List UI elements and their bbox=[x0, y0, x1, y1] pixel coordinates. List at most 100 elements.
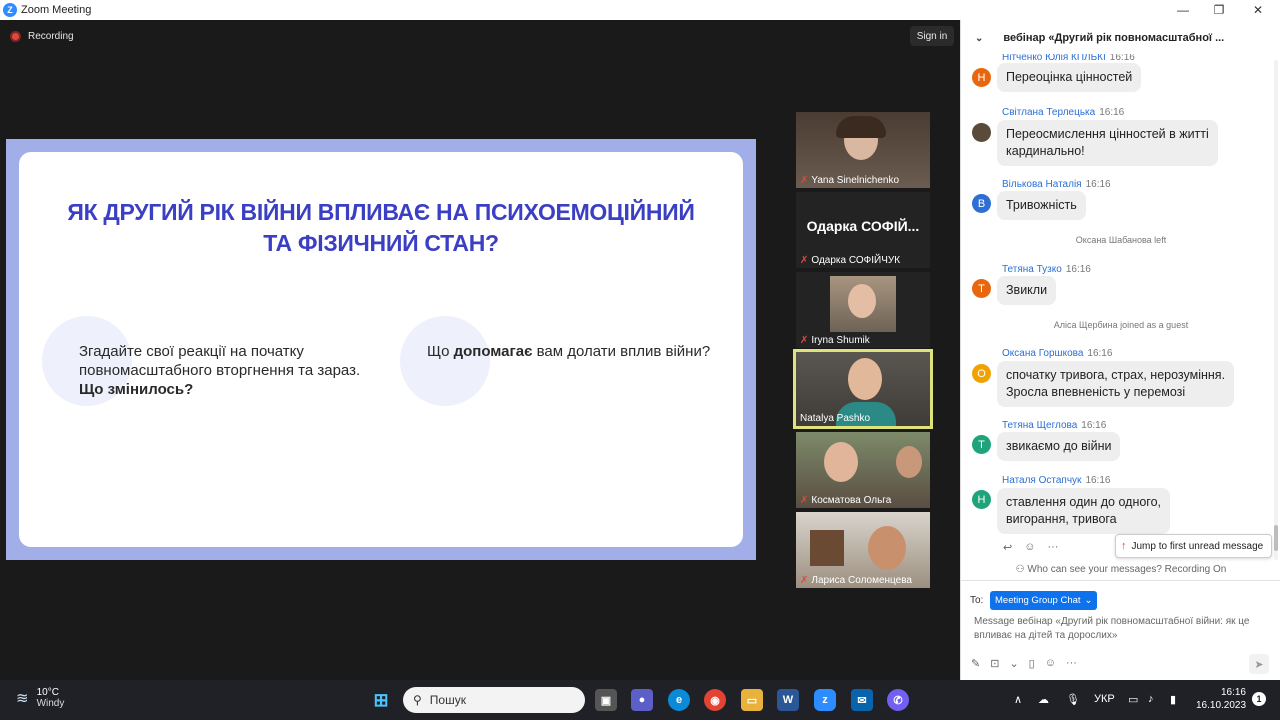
avatar: В bbox=[972, 194, 991, 213]
participant-tile[interactable]: ✗ Iryna Shumik bbox=[796, 272, 930, 348]
more-icon[interactable]: ··· bbox=[1066, 657, 1077, 670]
message-sender: Тетяна Тузко 16:16 bbox=[1002, 264, 1091, 275]
send-icon[interactable]: ➤ bbox=[1249, 654, 1269, 674]
participant-tile[interactable]: ✗ Yana Sinelnichenko bbox=[796, 112, 930, 188]
participant-tile-active[interactable]: Natalya Pashko bbox=[793, 349, 933, 429]
zoom-taskbar-icon[interactable]: z bbox=[814, 689, 836, 711]
participant-tile[interactable]: Одарка СОФІЙ... ✗ Одарка СОФІЙЧУК bbox=[796, 192, 930, 268]
avatar: Т bbox=[972, 279, 991, 298]
question-1-bold: Що змінилось? bbox=[79, 381, 194, 398]
avatar: О bbox=[972, 364, 991, 383]
more-icon[interactable]: ··· bbox=[1047, 541, 1058, 554]
maximize-button[interactable]: ❐ bbox=[1201, 0, 1237, 20]
chat-messages[interactable]: Нітченко Юлія КПЛЬКІ 16:16 Н Переоцінка ц… bbox=[961, 54, 1273, 559]
viber-icon[interactable]: ✆ bbox=[887, 689, 909, 711]
message-input[interactable]: Message вебінар «Другий рік повномасштаб… bbox=[974, 615, 1270, 643]
onedrive-icon[interactable]: ☁ bbox=[1038, 693, 1049, 706]
decorative-circle bbox=[400, 316, 490, 406]
mic-muted-icon: ✗ bbox=[800, 335, 809, 346]
who-can-see-link[interactable]: ⚇ Who can see your messages? Recording O… bbox=[961, 564, 1280, 575]
chat-panel: ⌄ вебінар «Другий рік повномасштабної ..… bbox=[960, 20, 1280, 680]
microphone-icon[interactable]: 🎙 bbox=[1066, 693, 1080, 706]
network-icon[interactable]: ▭ bbox=[1128, 693, 1138, 706]
reply-icon[interactable]: ↩ bbox=[1003, 541, 1012, 554]
system-message: Оксана Шабанова left bbox=[1075, 235, 1167, 245]
message-bubble: Переосмислення цінностей в житті кардинал… bbox=[997, 120, 1218, 166]
participant-tile[interactable]: ✗ Лариса Соломенцева bbox=[796, 512, 930, 588]
message-sender: Тетяна Щеглова 16:16 bbox=[1002, 420, 1107, 431]
weather-widget[interactable]: ≋ 10°C Windy bbox=[16, 687, 64, 709]
screenshot-icon[interactable]: ⊡ bbox=[990, 657, 999, 670]
battery-icon[interactable]: ▮ bbox=[1170, 693, 1176, 706]
close-button[interactable]: ✕ bbox=[1240, 0, 1276, 20]
weather-condition: Windy bbox=[36, 698, 65, 709]
avatar: Т bbox=[972, 435, 991, 454]
participant-name: ✗ Косматова Ольга bbox=[800, 495, 892, 506]
jump-label: Jump to first unread message bbox=[1131, 540, 1264, 552]
window-title: Zoom Meeting bbox=[21, 4, 92, 16]
slide-title: ЯК ДРУГИЙ РІК ВІЙНИ ВПЛИВАЄ НА ПСИХОЕМОЦ… bbox=[19, 197, 743, 259]
language-indicator[interactable]: УКР bbox=[1094, 693, 1115, 705]
message-bubble: Переоцінка цінностей bbox=[997, 63, 1142, 92]
message-bubble: спочатку тривога, страх, нерозуміння. Зро… bbox=[997, 361, 1235, 407]
message-sender: Світлана Терлецька 16:16 bbox=[1002, 107, 1125, 118]
participant-video bbox=[896, 446, 922, 478]
participant-video bbox=[824, 442, 858, 482]
notification-badge[interactable]: 1 bbox=[1252, 692, 1266, 706]
taskbar-search[interactable]: ⚲ Пошук bbox=[403, 687, 585, 713]
mail-icon[interactable]: ✉ bbox=[851, 689, 873, 711]
edge-icon[interactable]: e bbox=[668, 689, 690, 711]
recording-indicator[interactable]: Recording bbox=[10, 31, 74, 42]
question-2-pre: Що bbox=[427, 343, 454, 360]
chevron-down-icon[interactable]: ⌄ bbox=[1009, 657, 1018, 670]
jump-to-unread-button[interactable]: ↑ Jump to first unread message bbox=[1115, 534, 1272, 558]
chat-title: вебінар «Другий рік повномасштабної ... bbox=[1003, 32, 1225, 44]
mic-muted-icon: ✗ bbox=[800, 255, 809, 266]
emoji-react-icon[interactable]: ☺ bbox=[1024, 541, 1035, 554]
chevron-down-icon[interactable]: ⌄ bbox=[975, 33, 983, 44]
message-bubble: ставлення один до одного, вигорання, трив… bbox=[997, 488, 1171, 534]
task-view-icon[interactable]: ▣ bbox=[595, 689, 617, 711]
chat-scrollbar[interactable] bbox=[1274, 60, 1278, 560]
format-icon[interactable]: ✎ bbox=[971, 657, 980, 670]
windows-start-icon[interactable]: ⊞ bbox=[370, 689, 392, 711]
system-message: Аліса Щербина joined as a guest bbox=[1053, 320, 1189, 330]
teams-icon[interactable]: ● bbox=[631, 689, 653, 711]
question-1: Згадайте свої реакції на початку повнома… bbox=[79, 342, 399, 399]
message-sender: Вількова Наталія 16:16 bbox=[1002, 179, 1111, 190]
search-placeholder: Пошук bbox=[429, 693, 466, 707]
volume-icon[interactable]: ♪ bbox=[1148, 693, 1154, 705]
participant-tile[interactable]: ✗ Косматова Ольга bbox=[796, 432, 930, 508]
message-sender: Наталя Остапчук 16:16 bbox=[1002, 475, 1111, 486]
message-actions: ↩ ☺ ··· bbox=[1003, 541, 1058, 554]
taskbar-clock[interactable]: 16:16 16.10.2023 bbox=[1196, 686, 1246, 712]
avatar: Н bbox=[972, 68, 991, 87]
message-bubble: Звикли bbox=[997, 276, 1057, 305]
to-label: To: bbox=[970, 595, 984, 606]
emoji-icon[interactable]: ☺ bbox=[1045, 657, 1056, 670]
recipient-value: Meeting Group Chat bbox=[995, 595, 1081, 606]
word-icon[interactable]: W bbox=[777, 689, 799, 711]
zoom-logo-icon: Z bbox=[3, 3, 17, 17]
temperature: 10°C bbox=[36, 687, 59, 698]
zoom-app: Z Zoom Meeting — ❐ ✕ Recording Sign in Я… bbox=[0, 0, 1280, 720]
message-sender: Нітченко Юлія КПЛЬКІ 16:16 bbox=[1002, 54, 1135, 63]
recording-icon bbox=[10, 31, 21, 42]
minimize-button[interactable]: — bbox=[1165, 0, 1201, 20]
question-2: Що допомагає вам долати вплив війни? bbox=[427, 342, 747, 361]
participant-background bbox=[810, 530, 844, 566]
recipient-select[interactable]: Meeting Group Chat ⌄ bbox=[990, 591, 1097, 610]
chrome-icon[interactable]: ◉ bbox=[704, 689, 726, 711]
slide-title-line1: ЯК ДРУГИЙ РІК ВІЙНИ ВПЛИВАЄ НА ПСИХОЕМОЦ… bbox=[67, 199, 695, 225]
arrow-up-icon: ↑ bbox=[1121, 540, 1127, 552]
sign-in-button[interactable]: Sign in bbox=[910, 26, 954, 46]
message-bubble: Тривожність bbox=[997, 191, 1086, 220]
chat-scrollbar-thumb[interactable] bbox=[1274, 525, 1278, 551]
participant-name: Natalya Pashko bbox=[800, 413, 871, 424]
message-bubble: звикаємо до війни bbox=[997, 432, 1121, 461]
file-icon[interactable]: ▯ bbox=[1029, 657, 1035, 670]
participant-hair bbox=[836, 116, 886, 138]
tray-expand-icon[interactable]: ∧ bbox=[1014, 693, 1022, 706]
chat-header: ⌄ вебінар «Другий рік повномасштабної ..… bbox=[961, 20, 1280, 56]
file-explorer-icon[interactable]: ▭ bbox=[741, 689, 763, 711]
